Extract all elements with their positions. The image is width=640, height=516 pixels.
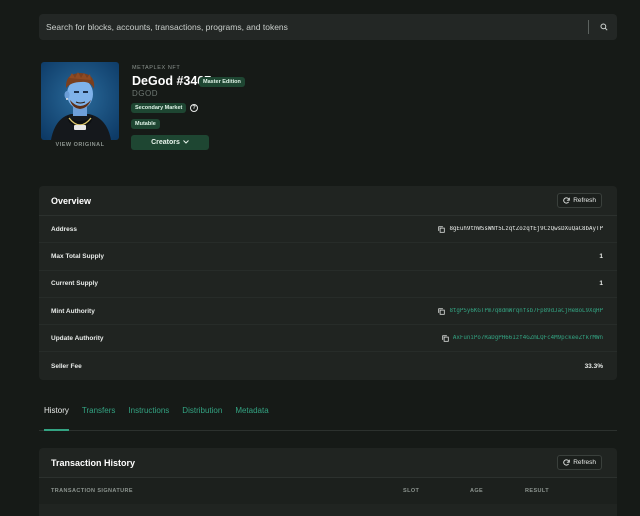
nft-symbol: DGOD xyxy=(132,89,158,98)
tab-metadata[interactable]: Metadata xyxy=(235,400,268,431)
update-authority-value[interactable]: AxFuniPo7RaDgPH661zf4GZmLQFc4M9pckeeZfkr… xyxy=(442,335,603,342)
refresh-icon xyxy=(563,197,570,204)
creators-label: Creators xyxy=(151,139,180,146)
nft-type-label: METAPLEX NFT xyxy=(132,65,181,71)
copy-icon[interactable] xyxy=(438,307,446,315)
overview-card: Overview Refresh Address 8gEuh9thWSsWNf5… xyxy=(39,186,617,380)
mint-authority-value[interactable]: 8tgPSy6KGTPm7q8dmWrqnfsb7Fp89dJaCjHeBoL9… xyxy=(438,307,603,315)
update-authority-link[interactable]: AxFuniPo7RaDgPH661zf4GZmLQFc4M9pckeeZfkr… xyxy=(453,335,603,341)
transaction-history-card: Transaction History Refresh TRANSACTION … xyxy=(39,448,617,516)
overview-header: Overview Refresh xyxy=(39,186,617,216)
row-label: Max Total Supply xyxy=(51,252,104,260)
mint-authority-link[interactable]: 8tgPSy6KGTPm7q8dmWrqnfsb7Fp89dJaCjHeBoL9… xyxy=(449,308,603,314)
chevron-down-icon xyxy=(183,139,189,146)
edition-badge: Master Edition xyxy=(199,77,245,87)
overview-refresh-label: Refresh xyxy=(573,197,596,204)
row-label: Address xyxy=(51,225,78,233)
history-refresh-label: Refresh xyxy=(573,459,596,466)
row-label: Current Supply xyxy=(51,280,98,288)
seller-fee-value: 33.3% xyxy=(584,362,603,370)
tab-instructions[interactable]: Instructions xyxy=(128,400,169,431)
nft-image[interactable] xyxy=(41,62,119,140)
view-original-link[interactable]: VIEW ORIGINAL xyxy=(41,142,119,148)
transaction-table-header: TRANSACTION SIGNATURE SLOT AGE RESULT xyxy=(39,478,617,504)
overview-row-seller-fee: Seller Fee 33.3% xyxy=(39,352,617,379)
tab-history[interactable]: History xyxy=(44,400,69,431)
row-label: Mint Authority xyxy=(51,307,95,315)
overview-row-mint-authority: Mint Authority 8tgPSy6KGTPm7q8dmWrqnfsb7… xyxy=(39,298,617,326)
overview-row-address: Address 8gEuh9thWSsWNf5LzqtZozqfEj9CzQws… xyxy=(39,216,617,244)
help-icon[interactable]: ? xyxy=(190,104,198,112)
tab-transfers[interactable]: Transfers xyxy=(82,400,116,431)
history-refresh-button[interactable]: Refresh xyxy=(557,455,602,470)
row-label: Update Authority xyxy=(51,334,104,342)
overview-title: Overview xyxy=(51,195,92,206)
transaction-history-header: Transaction History Refresh xyxy=(39,448,617,478)
copy-icon[interactable] xyxy=(438,225,446,233)
creators-dropdown-button[interactable]: Creators xyxy=(131,135,209,150)
row-label: Seller Fee xyxy=(51,362,82,370)
tab-bar: History Transfers Instructions Distribut… xyxy=(39,400,617,431)
max-supply-value: 1 xyxy=(599,252,603,260)
column-slot: SLOT xyxy=(403,488,420,494)
column-signature: TRANSACTION SIGNATURE xyxy=(51,488,133,494)
column-age: AGE xyxy=(470,488,484,494)
overview-row-current-supply: Current Supply 1 xyxy=(39,271,617,298)
overview-refresh-button[interactable]: Refresh xyxy=(557,193,602,208)
secondary-market-badge: Secondary Market xyxy=(131,103,187,113)
search-divider xyxy=(588,20,589,34)
search-input[interactable] xyxy=(46,22,588,32)
column-result: RESULT xyxy=(525,488,549,494)
search-bar[interactable] xyxy=(39,14,617,40)
search-icon[interactable] xyxy=(596,19,612,35)
address-value: 8gEuh9thWSsWNf5LzqtZozqfEj9CzQwsDXuQaC8b… xyxy=(438,225,603,233)
transaction-history-title: Transaction History xyxy=(51,457,136,468)
current-supply-value: 1 xyxy=(599,280,603,288)
overview-row-max-supply: Max Total Supply 1 xyxy=(39,243,617,271)
address-text: 8gEuh9thWSsWNf5LzqtZozqfEj9CzQwsDXuQaC8b… xyxy=(449,226,603,233)
refresh-icon xyxy=(563,459,570,466)
tab-distribution[interactable]: Distribution xyxy=(182,400,222,431)
copy-icon[interactable] xyxy=(442,335,449,342)
overview-row-update-authority: Update Authority AxFuniPo7RaDgPH661zf4GZ… xyxy=(39,325,617,353)
mutable-badge: Mutable xyxy=(131,119,160,129)
